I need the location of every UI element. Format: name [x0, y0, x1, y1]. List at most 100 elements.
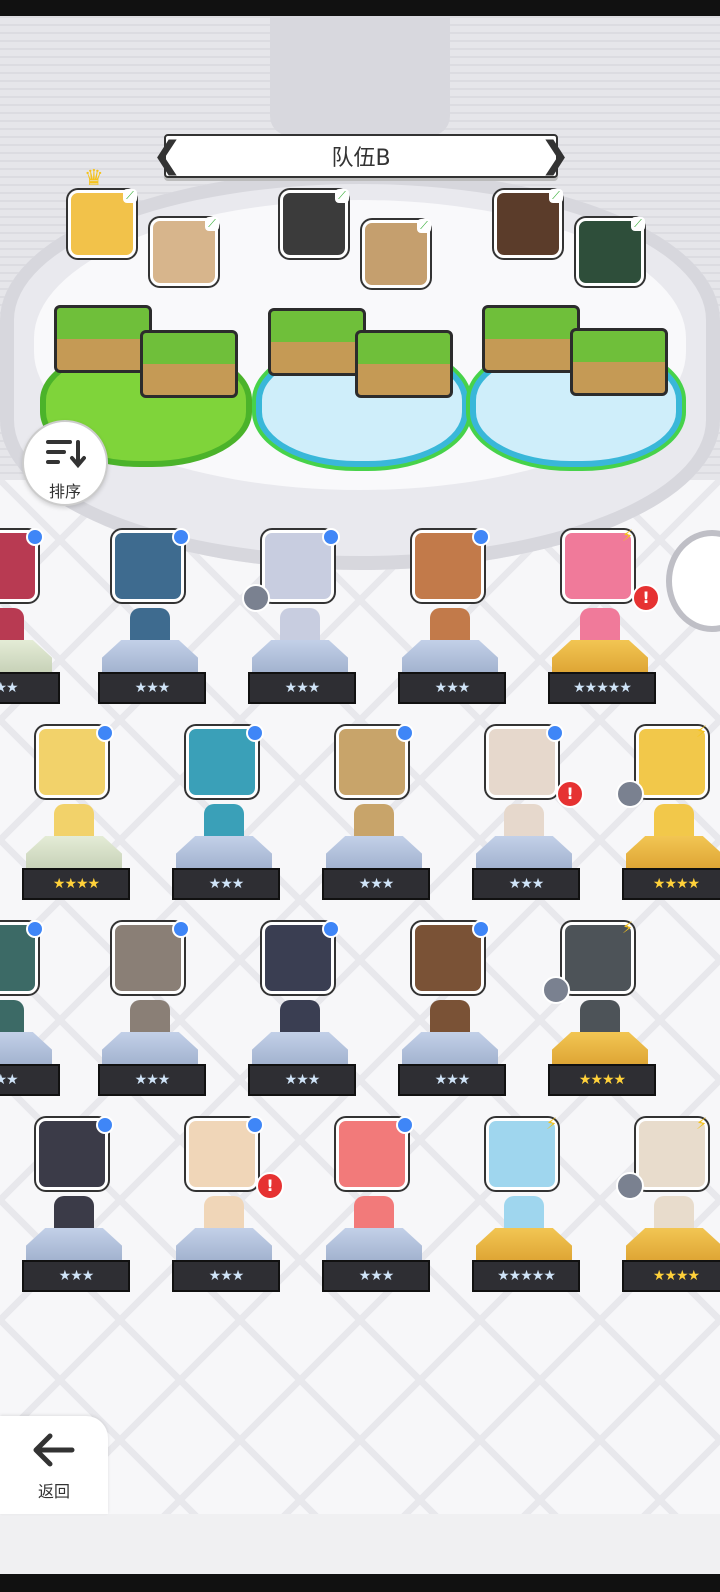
grass-block	[482, 305, 580, 373]
sort-icon	[46, 440, 86, 469]
level-dot-icon	[26, 528, 44, 546]
system-bar	[0, 1574, 720, 1592]
level-dot-icon	[172, 528, 190, 546]
hero-card[interactable]: ★★★	[242, 528, 356, 710]
leaf-tag-icon: ⟋	[631, 217, 645, 231]
hero-card[interactable]: ★★	[0, 528, 60, 710]
star-rating: ★★★	[248, 672, 356, 704]
alert-icon: !	[632, 584, 660, 612]
back-label: 返回	[37, 1482, 70, 1501]
level-dot-icon	[396, 724, 414, 742]
crown-icon: ♛	[84, 166, 104, 191]
hero-card[interactable]: ⚡ ★★★★	[542, 918, 656, 1102]
star-rating: ★★	[0, 1064, 60, 1096]
star-rating: ★★★	[172, 868, 280, 900]
leaf-tag-icon: ⟋	[205, 217, 219, 231]
lightning-icon: ⚡	[622, 526, 634, 545]
leaf-tag-icon: ⟋	[335, 189, 349, 203]
level-dot-icon	[322, 920, 340, 938]
temple-emblem	[270, 16, 450, 136]
grass-block	[570, 328, 668, 396]
alert-icon: !	[256, 1172, 284, 1200]
navigation-area	[0, 1514, 720, 1574]
hero-card[interactable]: ⚡ ★★★★	[616, 722, 720, 906]
hero-card[interactable]: ⚡! ★★★★★	[548, 526, 660, 710]
star-rating: ★★★	[322, 868, 430, 900]
grass-block	[268, 308, 366, 376]
gem-icon	[242, 584, 270, 612]
level-dot-icon	[172, 920, 190, 938]
team-selector[interactable]: ❮ 队伍B ❯	[152, 134, 570, 178]
hero-card[interactable]: ! ★★★	[172, 1116, 284, 1298]
star-rating: ★★★	[398, 1064, 506, 1096]
back-button[interactable]: 返回	[0, 1416, 108, 1514]
star-rating: ★★★	[98, 672, 206, 704]
star-rating: ★★★★	[548, 1064, 656, 1096]
star-rating: ★★	[0, 672, 60, 704]
hero-card[interactable]: ★★★	[322, 1116, 430, 1298]
star-rating: ★★★	[472, 868, 580, 900]
team-member-portrait[interactable]: ⟋	[362, 219, 431, 288]
team-title: 队伍B	[331, 146, 391, 171]
hero-card[interactable]: ★★★	[248, 920, 356, 1102]
team-member-portrait[interactable]: ⟋	[280, 189, 349, 258]
hero-card[interactable]: ⚡ ★★★★	[616, 1114, 720, 1298]
chevron-left-icon[interactable]: ❮	[152, 136, 182, 176]
gem-icon	[616, 1172, 644, 1200]
lightning-icon: ⚡	[696, 1114, 708, 1133]
level-dot-icon	[96, 724, 114, 742]
team-member-portrait[interactable]: ⟋	[150, 217, 219, 286]
alert-icon: !	[556, 780, 584, 808]
level-dot-icon	[96, 1116, 114, 1134]
level-dot-icon	[472, 920, 490, 938]
star-rating: ★★★★★	[548, 672, 656, 704]
arrow-left-icon	[33, 1433, 75, 1467]
star-rating: ★★★★	[22, 868, 130, 900]
team-member-portrait[interactable]: ⟋	[68, 189, 137, 258]
hero-card[interactable]: ★★★	[22, 1116, 130, 1298]
level-dot-icon	[546, 724, 564, 742]
lightning-icon: ⚡	[546, 1114, 558, 1133]
lightning-icon: ⚡	[696, 722, 708, 741]
star-rating: ★★★	[248, 1064, 356, 1096]
chevron-right-icon[interactable]: ❯	[540, 136, 570, 176]
hero-card[interactable]: ★★★★	[22, 724, 130, 906]
star-rating: ★★★★	[622, 868, 720, 900]
star-rating: ★★★	[398, 672, 506, 704]
hero-card[interactable]: ⚡ ★★★★★	[472, 1114, 580, 1298]
grass-block	[355, 330, 453, 398]
hero-card[interactable]: ★★★	[98, 920, 206, 1102]
star-rating: ★★★★★	[472, 1260, 580, 1292]
star-rating: ★★★	[172, 1260, 280, 1292]
star-rating: ★★★	[22, 1260, 130, 1292]
hero-card[interactable]: ★★★	[398, 920, 506, 1102]
level-dot-icon	[472, 528, 490, 546]
game-screen: ❮ 队伍B ❯ ⟋♛⟋⟋⟋⟋⟋ 排序 ★★★★★★★★★★★⚡!★★★★★★★★…	[0, 0, 720, 1592]
sort-button[interactable]: 排序	[22, 420, 108, 506]
grass-block	[140, 330, 238, 398]
lightning-icon: ⚡	[622, 918, 634, 937]
gem-icon	[616, 780, 644, 808]
star-rating: ★★★	[322, 1260, 430, 1292]
star-rating: ★★★★	[622, 1260, 720, 1292]
team-member-portrait[interactable]: ⟋	[494, 189, 563, 258]
hero-card[interactable]: ★★★	[172, 724, 280, 906]
level-dot-icon	[322, 528, 340, 546]
sort-label: 排序	[48, 482, 81, 501]
hero-card[interactable]: ★★★	[98, 528, 206, 710]
hero-card[interactable]: ★★★	[398, 528, 506, 710]
gem-icon	[542, 976, 570, 1004]
hero-card[interactable]: ! ★★★	[472, 724, 584, 906]
leaf-tag-icon: ⟋	[417, 219, 431, 233]
grass-block	[54, 305, 152, 373]
level-dot-icon	[246, 724, 264, 742]
level-dot-icon	[246, 1116, 264, 1134]
leaf-tag-icon: ⟋	[549, 189, 563, 203]
star-rating: ★★★	[98, 1064, 206, 1096]
hero-card[interactable]: ★★★	[322, 724, 430, 906]
team-member-portrait[interactable]: ⟋	[576, 217, 645, 286]
level-dot-icon	[396, 1116, 414, 1134]
leaf-tag-icon: ⟋	[123, 189, 137, 203]
hero-card[interactable]: ★★	[0, 920, 60, 1102]
level-dot-icon	[26, 920, 44, 938]
